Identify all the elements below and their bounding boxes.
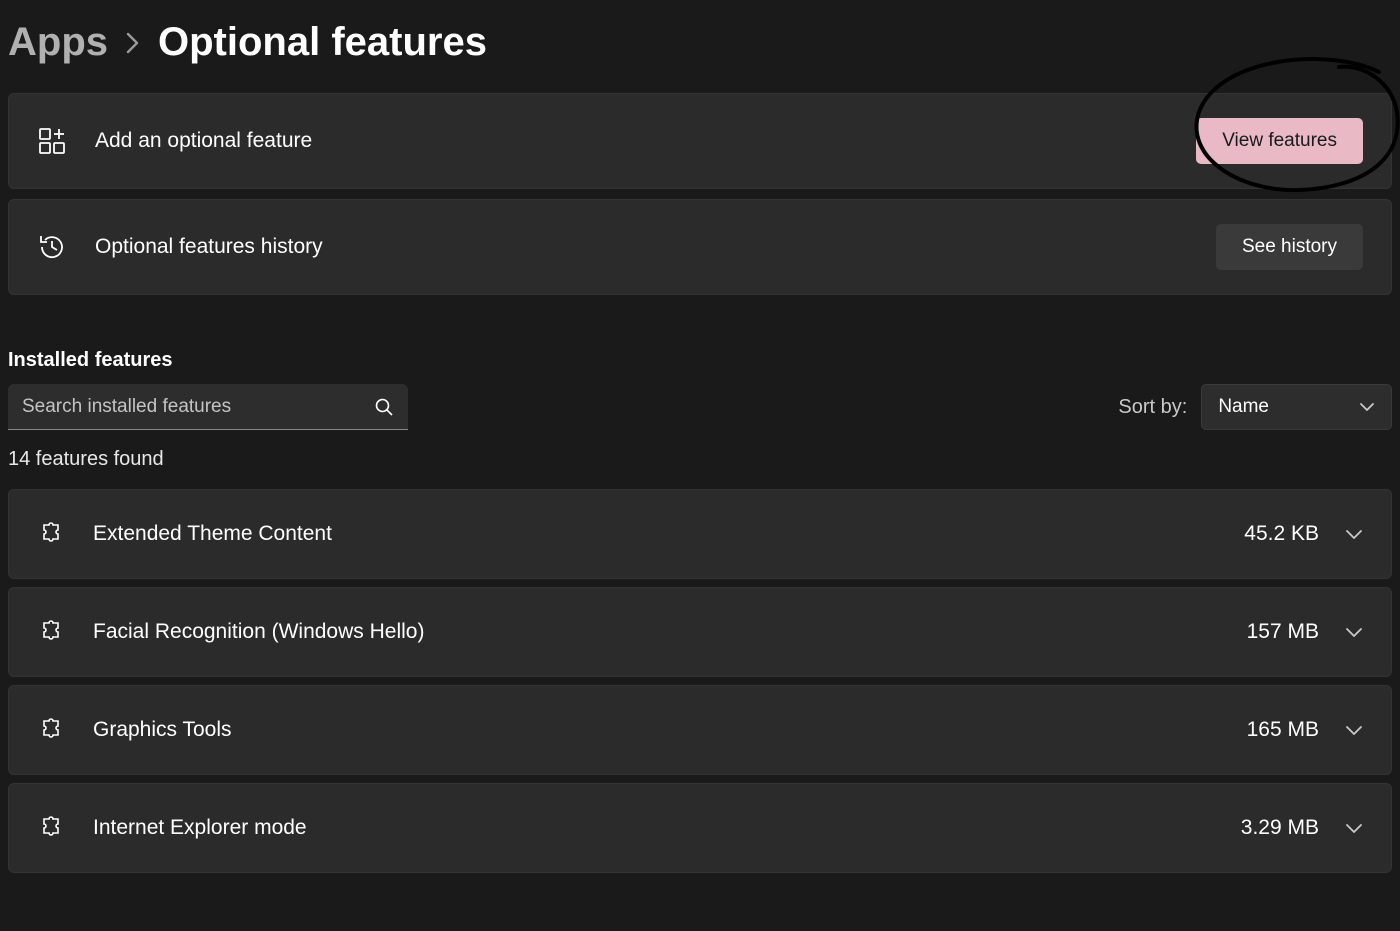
installed-features-heading: Installed features [8,349,1392,372]
tool-row: Sort by: Name [8,384,1392,430]
apps-add-icon [37,126,67,156]
add-feature-label: Add an optional feature [95,129,1196,153]
search-input-wrapper[interactable] [8,384,408,430]
add-optional-feature-card: Add an optional feature View features [8,93,1392,189]
history-label: Optional features history [95,235,1216,259]
sort-dropdown[interactable]: Name [1201,384,1392,430]
chevron-down-icon [1359,402,1375,412]
feature-name: Internet Explorer mode [93,816,1241,840]
feature-row[interactable]: Internet Explorer mode3.29 MB [8,783,1392,873]
feature-size: 3.29 MB [1241,816,1319,840]
feature-size: 45.2 KB [1244,522,1319,546]
feature-size: 165 MB [1247,718,1319,742]
history-icon [37,232,67,262]
page-title: Optional features [158,20,487,65]
feature-name: Extended Theme Content [93,522,1244,546]
feature-row[interactable]: Facial Recognition (Windows Hello)157 MB [8,587,1392,677]
feature-name: Facial Recognition (Windows Hello) [93,620,1247,644]
features-list: Extended Theme Content45.2 KBFacial Reco… [8,489,1392,873]
chevron-down-icon [1345,529,1363,540]
puzzle-icon [37,520,65,548]
puzzle-icon [37,716,65,744]
puzzle-icon [37,814,65,842]
sort-controls: Sort by: Name [1118,384,1392,430]
feature-size: 157 MB [1247,620,1319,644]
chevron-down-icon [1345,725,1363,736]
feature-row[interactable]: Extended Theme Content45.2 KB [8,489,1392,579]
chevron-down-icon [1345,627,1363,638]
search-input[interactable] [22,396,374,418]
chevron-down-icon [1345,823,1363,834]
optional-features-history-card: Optional features history See history [8,199,1392,295]
sort-by-label: Sort by: [1118,396,1187,419]
breadcrumb: Apps Optional features [8,20,1392,65]
see-history-button[interactable]: See history [1216,224,1363,270]
chevron-right-icon [126,32,140,54]
feature-name: Graphics Tools [93,718,1247,742]
breadcrumb-parent[interactable]: Apps [8,20,108,65]
feature-row[interactable]: Graphics Tools165 MB [8,685,1392,775]
puzzle-icon [37,618,65,646]
search-icon [374,397,394,417]
view-features-button[interactable]: View features [1196,118,1363,164]
sort-selected-value: Name [1218,396,1269,418]
features-count: 14 features found [8,448,1392,471]
